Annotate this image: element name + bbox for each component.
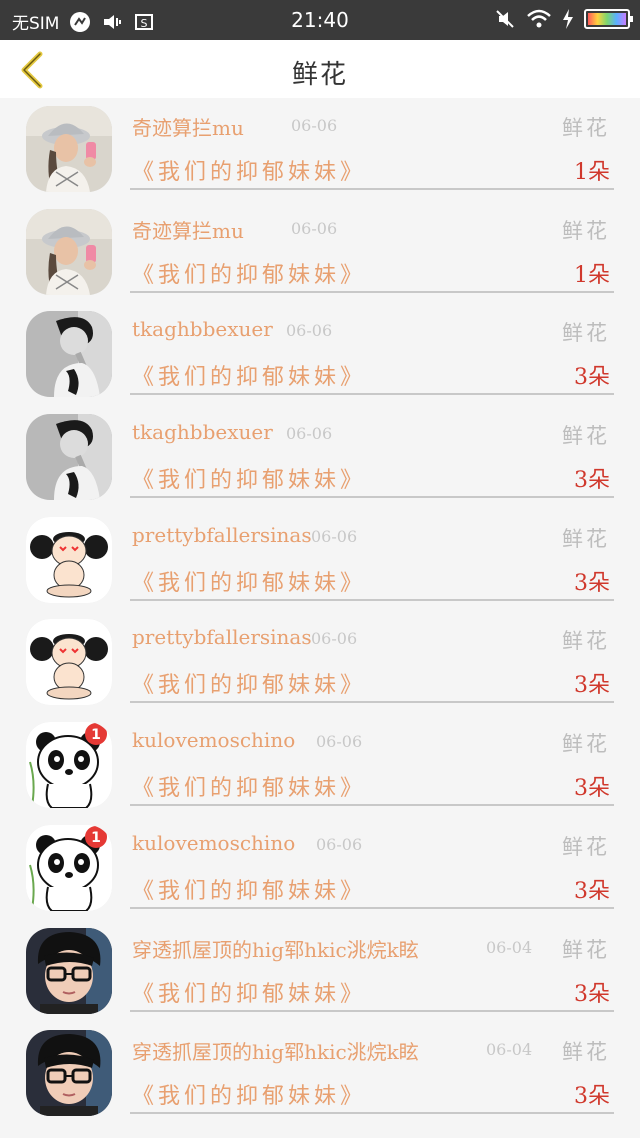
row-divider bbox=[130, 393, 614, 396]
gift-type: 鲜花 bbox=[562, 834, 610, 859]
girl-hat-avatar[interactable] bbox=[26, 208, 112, 295]
sender-name[interactable]: prettybfallersinas bbox=[132, 625, 312, 649]
gift-date: 06-06 bbox=[316, 834, 363, 854]
flower-count: 1朵 bbox=[574, 262, 610, 288]
song-title[interactable]: 《我们的抑郁妹妹》 bbox=[132, 565, 366, 597]
list-item[interactable]: 穿透抓屋顶的hig郓hkic洮烷k眩 06-04 鲜花《我们的抑郁妹妹》 3朵 bbox=[0, 920, 640, 1023]
list-item[interactable]: prettybfallersinas 06-06 鲜花《我们的抑郁妹妹》 3朵 bbox=[0, 611, 640, 714]
row-divider bbox=[130, 290, 614, 293]
cartoon-girl-avatar[interactable] bbox=[26, 516, 112, 603]
gift-date: 06-06 bbox=[316, 732, 363, 752]
gift-type: 鲜花 bbox=[562, 218, 610, 243]
sender-name[interactable]: 穿透抓屋顶的hig郓hkic洮烷k眩 bbox=[132, 934, 419, 963]
song-title[interactable]: 《我们的抑郁妹妹》 bbox=[132, 154, 366, 186]
row-divider bbox=[130, 701, 614, 704]
row-divider bbox=[130, 1009, 614, 1012]
row-divider bbox=[130, 496, 614, 499]
svg-text:1: 1 bbox=[91, 727, 101, 743]
sender-name[interactable]: tkaghbbexuer bbox=[132, 420, 273, 444]
svg-text:1: 1 bbox=[91, 830, 101, 846]
gift-type: 鲜花 bbox=[562, 321, 610, 346]
cartoon-girl-avatar[interactable] bbox=[26, 619, 112, 706]
bw-profile-avatar[interactable] bbox=[26, 311, 112, 398]
flower-count: 3朵 bbox=[574, 570, 610, 596]
boy-glasses-avatar[interactable] bbox=[26, 1030, 112, 1117]
girl-hat-avatar[interactable] bbox=[26, 106, 112, 192]
boy-glasses-avatar[interactable] bbox=[26, 927, 112, 1014]
gift-date: 06-06 bbox=[286, 424, 333, 444]
bw-profile-avatar[interactable] bbox=[26, 414, 112, 501]
row-divider bbox=[130, 804, 614, 807]
panda-avatar[interactable]: 1 bbox=[26, 722, 112, 809]
gift-type: 鲜花 bbox=[562, 116, 610, 140]
song-title[interactable]: 《我们的抑郁妹妹》 bbox=[132, 257, 366, 289]
flower-count: 3朵 bbox=[574, 981, 610, 1007]
gift-type: 鲜花 bbox=[562, 1040, 610, 1065]
list-item[interactable]: tkaghbbexuer 06-06 鲜花《我们的抑郁妹妹》 3朵 bbox=[0, 303, 640, 406]
row-divider bbox=[130, 1112, 614, 1115]
flower-count: 3朵 bbox=[574, 1084, 610, 1110]
gift-type: 鲜花 bbox=[562, 424, 610, 449]
header: 鲜花 bbox=[0, 40, 640, 98]
flower-count: 3朵 bbox=[574, 673, 610, 699]
battery-level bbox=[588, 13, 626, 25]
wifi-icon bbox=[527, 9, 551, 28]
gift-date: 06-06 bbox=[291, 116, 338, 135]
list-item[interactable]: 穿透抓屋顶的hig郓hkic洮烷k眩 06-04 鲜花《我们的抑郁妹妹》 3朵 bbox=[0, 1022, 640, 1125]
gift-date: 06-04 bbox=[486, 937, 533, 957]
gift-type: 鲜花 bbox=[562, 732, 610, 757]
song-title[interactable]: 《我们的抑郁妹妹》 bbox=[132, 667, 366, 699]
flower-count: 3朵 bbox=[574, 365, 610, 391]
list-item[interactable]: tkaghbbexuer 06-06 鲜花《我们的抑郁妹妹》 3朵 bbox=[0, 406, 640, 509]
flower-count: 3朵 bbox=[574, 878, 610, 904]
flower-count: 3朵 bbox=[574, 776, 610, 802]
sender-name[interactable]: 穿透抓屋顶的hig郓hkic洮烷k眩 bbox=[132, 1036, 419, 1065]
song-title[interactable]: 《我们的抑郁妹妹》 bbox=[132, 873, 366, 905]
status-bar: 无SIM S 21:40 bbox=[0, 0, 640, 40]
song-title[interactable]: 《我们的抑郁妹妹》 bbox=[132, 359, 366, 391]
list-item[interactable]: 奇迹算拦mu 06-06 鲜花《我们的抑郁妹妹》 1朵 bbox=[0, 98, 640, 201]
row-divider bbox=[130, 188, 614, 190]
flower-count: 1朵 bbox=[574, 160, 610, 185]
song-title[interactable]: 《我们的抑郁妹妹》 bbox=[132, 462, 366, 494]
row-divider bbox=[130, 598, 614, 601]
song-title[interactable]: 《我们的抑郁妹妹》 bbox=[132, 1078, 366, 1110]
gift-type: 鲜花 bbox=[562, 937, 610, 962]
list-item[interactable]: 1 kulovemoschino 06-06 鲜花《我们的抑郁妹妹》 3朵 bbox=[0, 714, 640, 817]
status-right bbox=[494, 8, 633, 30]
page-title: 鲜花 bbox=[291, 60, 348, 90]
sender-name[interactable]: prettybfallersinas bbox=[132, 523, 312, 547]
gift-type: 鲜花 bbox=[562, 526, 610, 551]
gift-date: 06-06 bbox=[291, 218, 338, 238]
list-item[interactable]: prettybfallersinas 06-06 鲜花《我们的抑郁妹妹》 3朵 bbox=[0, 509, 640, 612]
gift-date: 06-06 bbox=[286, 321, 333, 341]
sender-name[interactable]: 奇迹算拦mu bbox=[132, 112, 244, 141]
sender-name[interactable]: 奇迹算拦mu bbox=[132, 215, 244, 244]
charging-icon bbox=[563, 9, 573, 29]
gift-date: 06-06 bbox=[311, 526, 358, 546]
song-title[interactable]: 《我们的抑郁妹妹》 bbox=[132, 976, 366, 1008]
flower-count: 3朵 bbox=[574, 468, 610, 494]
gift-date: 06-04 bbox=[486, 1040, 533, 1060]
gift-list: 奇迹算拦mu 06-06 鲜花 《我们的抑郁妹妹》 1朵 奇迹算拦mu 06-06 鲜花 《我… bbox=[0, 98, 640, 1125]
sender-name[interactable]: kulovemoschino bbox=[132, 831, 295, 855]
list-item[interactable]: 奇迹算拦mu 06-06 鲜花《我们的抑郁妹妹》 1朵 bbox=[0, 201, 640, 304]
panda-avatar[interactable]: 1 bbox=[26, 824, 112, 911]
sender-name[interactable]: tkaghbbexuer bbox=[132, 317, 273, 341]
mute-icon bbox=[496, 10, 514, 28]
list-item[interactable]: 1 kulovemoschino 06-06 鲜花《我们的抑郁妹妹》 3朵 bbox=[0, 817, 640, 920]
gift-date: 06-06 bbox=[311, 629, 358, 649]
row-divider bbox=[130, 906, 614, 909]
sender-name[interactable]: kulovemoschino bbox=[132, 728, 295, 752]
song-title[interactable]: 《我们的抑郁妹妹》 bbox=[132, 770, 366, 802]
gift-type: 鲜花 bbox=[562, 629, 610, 654]
battery-icon bbox=[584, 9, 633, 29]
